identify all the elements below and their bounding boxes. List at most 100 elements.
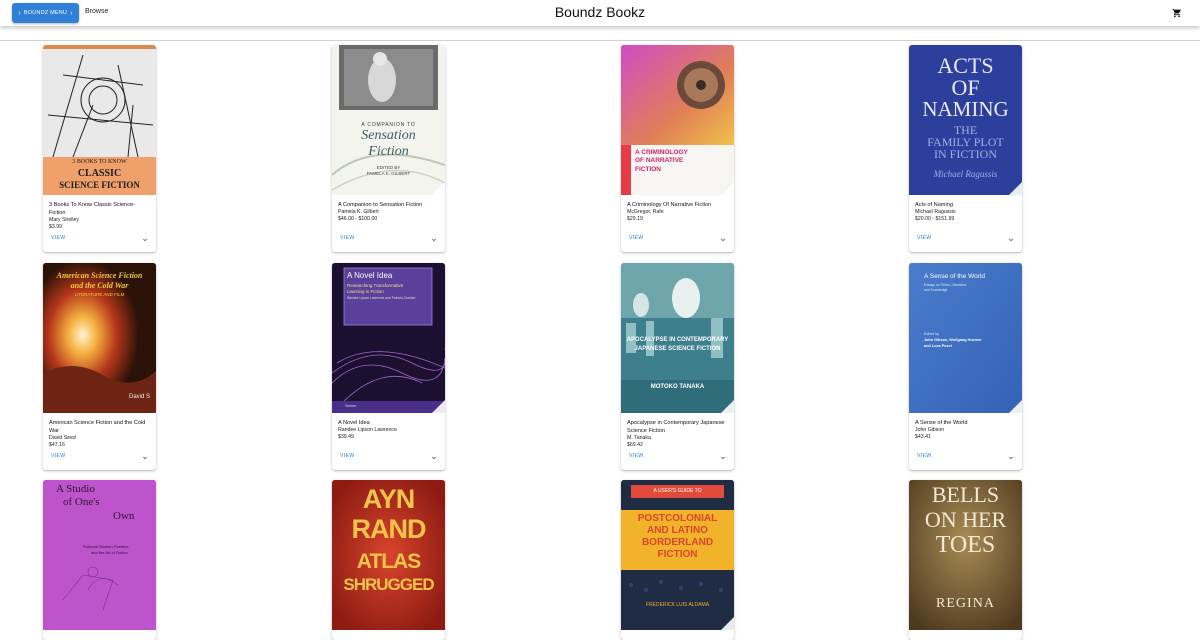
site-title: Boundz Bookz [554,4,646,20]
expand-more-icon[interactable] [141,236,149,244]
book-card[interactable]: A USER'S GUIDE TO POSTCOLONIAL AND LATIN… [621,480,734,640]
view-button[interactable]: VIEW [917,235,931,241]
expand-more-icon[interactable] [719,236,727,244]
cover-line: 3 BOOKS TO KNOW [72,159,127,165]
book-cover[interactable]: A Sense of the World Essays on Fiction, … [909,263,1022,413]
cover-line: JAPANESE SCIENCE FICTION [634,346,721,352]
view-button[interactable]: VIEW [629,235,643,241]
book-info: A Criminology Of Narrative Fiction McGre… [627,201,728,223]
book-card[interactable]: A COMPANION TO Sensation Fiction EDITED … [332,45,445,252]
cover-line: MOTOKO TANAKA [650,384,705,390]
book-price: $46.00 - $100.00 [338,216,378,222]
cover-page-curl [721,182,734,195]
browse-link[interactable]: Browse [85,8,108,15]
book-card[interactable]: BELLS ON HER TOES REGINA [909,480,1022,640]
book-price: $29.19 [627,216,643,222]
cover-line: RAND [351,514,427,544]
book-cover[interactable]: AYN RAND ATLAS SHRUGGED [332,480,445,630]
expand-more-icon[interactable] [719,454,727,462]
view-button[interactable]: VIEW [340,453,354,459]
book-card[interactable]: A CRIMINOLOGY OF NARRATIVE FICTION A Cri… [621,45,734,252]
book-cover[interactable]: A Studio of One's Own Fictional Women Pa… [43,480,156,630]
book-author: John Gibson [915,427,945,433]
cover-line: A Studio [56,483,95,495]
boundz-menu-button[interactable]: › BOUNDZ MENU › [12,3,79,23]
book-price: $43.41 [915,434,931,440]
cover-line: LITERATURE AND FILM [74,292,125,297]
expand-more-icon[interactable] [1007,454,1015,462]
cover-line: Edited by [924,332,939,336]
cover-line: ON HER [924,507,1007,532]
book-author: David Seed [49,435,76,441]
cover-line: AYN [362,484,416,514]
cover-page-curl [1009,400,1022,413]
book-cover[interactable]: A COMPANION TO Sensation Fiction EDITED … [332,45,445,195]
book-card[interactable]: 3 BOOKS TO KNOW CLASSIC SCIENCE FICTION … [43,45,156,252]
book-author: McGregor, Rafe [627,209,664,215]
cover-line: Essays on Fiction, Narrative, [924,283,968,287]
cover-page-curl [721,617,734,630]
book-card[interactable]: A Sense of the World Essays on Fiction, … [909,263,1022,470]
view-button[interactable]: VIEW [340,235,354,241]
book-title[interactable]: A Criminology Of Narrative Fiction [627,201,728,209]
boundz-menu-label: BOUNDZ MENU [23,10,68,16]
cover-line: FREDERICK LUIS ALDAMA [645,602,710,608]
book-card[interactable]: AYN RAND ATLAS SHRUGGED [332,480,445,640]
book-info: 3 Books To Know Classic Science-Fiction … [49,201,150,231]
cart-icon[interactable] [1172,8,1182,18]
book-cover[interactable]: BELLS ON HER TOES REGINA [909,480,1022,630]
cover-line: American Science Fiction [56,271,143,280]
cover-line: TOES [935,532,996,558]
cover-line: Randee Lipson Lawrence and Patricia Cran… [347,296,416,300]
book-card[interactable]: ACTS OF NAMING THE FAMILY PLOT IN FICTIO… [909,45,1022,252]
cover-line: BORDERLAND [641,537,714,548]
book-cover[interactable]: ACTS OF NAMING THE FAMILY PLOT IN FICTIO… [909,45,1022,195]
book-cover[interactable]: A USER'S GUIDE TO POSTCOLONIAL AND LATIN… [621,480,734,630]
book-title[interactable]: A Novel Idea [338,419,439,427]
expand-more-icon[interactable] [430,236,438,244]
book-title[interactable]: Acts of Naming [915,201,1016,209]
book-card[interactable]: A Novel Idea Researching Transformative … [332,263,445,470]
cover-line: Own [113,510,135,522]
view-button[interactable]: VIEW [917,453,931,459]
cover-line: POSTCOLONIAL [637,513,718,524]
cover-line: NAMING [922,97,1009,121]
book-info: Acts of Naming Michael Ragussis $20.00 -… [915,201,1016,223]
expand-more-icon[interactable] [430,454,438,462]
book-author: Michael Ragussis [915,209,956,215]
cover-page-curl [432,400,445,413]
book-title[interactable]: 3 Books To Know Classic Science-Fiction [49,201,150,217]
cover-page-curl [1009,182,1022,195]
menu-chevron-left-icon: › [18,9,21,17]
book-card[interactable]: A Studio of One's Own Fictional Women Pa… [43,480,156,640]
book-cover[interactable]: APOCALYPSE IN CONTEMPORARY JAPANESE SCIE… [621,263,734,413]
expand-more-icon[interactable] [141,454,149,462]
book-cover[interactable]: 3 BOOKS TO KNOW CLASSIC SCIENCE FICTION [43,45,156,195]
cover-line: Learning in Fiction [347,289,384,294]
book-author: M. Tanaka [627,435,651,441]
cover-line: David S [128,394,150,400]
book-price: $20.00 - $151.99 [915,216,955,222]
cover-line: A Novel Idea [347,271,393,280]
book-title[interactable]: A Sense of the World [915,419,1016,427]
book-author: Randee Lipson Lawrence [338,427,397,433]
book-title[interactable]: Apocalypse in Contemporary Japanese Scie… [627,419,728,435]
book-card[interactable]: American Science Fiction and the Cold Wa… [43,263,156,470]
view-button[interactable]: VIEW [629,453,643,459]
cover-line: of One's [63,496,100,508]
book-cover[interactable]: American Science Fiction and the Cold Wa… [43,263,156,413]
cover-line: Sensation [361,128,416,143]
cover-line: IN FICTION [934,147,997,161]
view-button[interactable]: VIEW [51,453,65,459]
book-cover[interactable]: A Novel Idea Researching Transformative … [332,263,445,413]
cover-line: and Knowledge [924,288,948,292]
book-title[interactable]: American Science Fiction and the Cold Wa… [49,419,150,435]
book-info: A Sense of the World John Gibson $43.41 [915,419,1016,441]
expand-more-icon[interactable] [1007,236,1015,244]
cover-line: CLASSIC [77,168,122,179]
book-title[interactable]: A Companion to Sensation Fiction [338,201,439,209]
cover-line: EDITED BY [376,165,401,170]
book-cover[interactable]: A CRIMINOLOGY OF NARRATIVE FICTION [621,45,734,195]
view-button[interactable]: VIEW [51,235,65,241]
book-card[interactable]: APOCALYPSE IN CONTEMPORARY JAPANESE SCIE… [621,263,734,470]
